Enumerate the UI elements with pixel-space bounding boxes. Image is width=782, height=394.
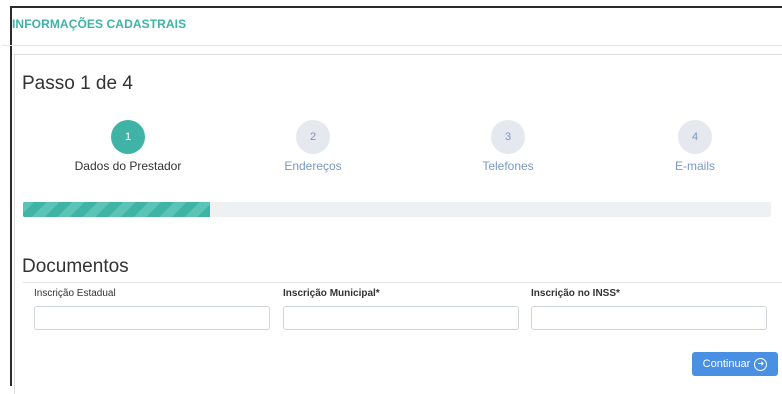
step-number-circle: 4 [678, 120, 712, 154]
wizard-panel [14, 54, 782, 394]
step-label: Dados do Prestador [74, 159, 182, 173]
wizard-step-e-mails[interactable]: 4 E-mails [625, 120, 765, 173]
continue-label: Continuar [702, 358, 751, 370]
inscricao-municipal-label: Inscrição Municipal* [283, 288, 380, 299]
step-label: E-mails [674, 159, 715, 173]
inscricao-estadual-input[interactable] [34, 306, 270, 330]
documents-divider [23, 282, 782, 283]
wizard-progress-fill [23, 202, 210, 217]
inscricao-inss-input[interactable] [531, 306, 767, 330]
wizard-step-title: Passo 1 de 4 [22, 73, 133, 94]
section-title: INFORMAÇÕES CADASTRAIS [12, 17, 187, 31]
wizard-step-telefones[interactable]: 3 Telefones [438, 120, 578, 173]
inscricao-municipal-input[interactable] [283, 306, 519, 330]
step-label: Endereços [284, 159, 342, 173]
wizard-progress-bar [23, 202, 771, 217]
continue-button[interactable]: Continuar ➜ [692, 352, 778, 376]
inscricao-estadual-label: Inscrição Estadual [34, 288, 116, 299]
section-divider [2, 45, 782, 46]
step-number-circle: 2 [296, 120, 330, 154]
step-number-circle: 1 [111, 120, 145, 154]
documents-title: Documentos [22, 256, 129, 277]
wizard-step-enderecos[interactable]: 2 Endereços [243, 120, 383, 173]
arrow-right-circle-icon: ➜ [754, 357, 768, 371]
step-label: Telefones [482, 159, 534, 173]
wizard-step-dados-do-prestador[interactable]: 1 Dados do Prestador [58, 120, 198, 173]
inscricao-inss-label: Inscrição no INSS* [531, 288, 620, 299]
step-number-circle: 3 [491, 120, 525, 154]
